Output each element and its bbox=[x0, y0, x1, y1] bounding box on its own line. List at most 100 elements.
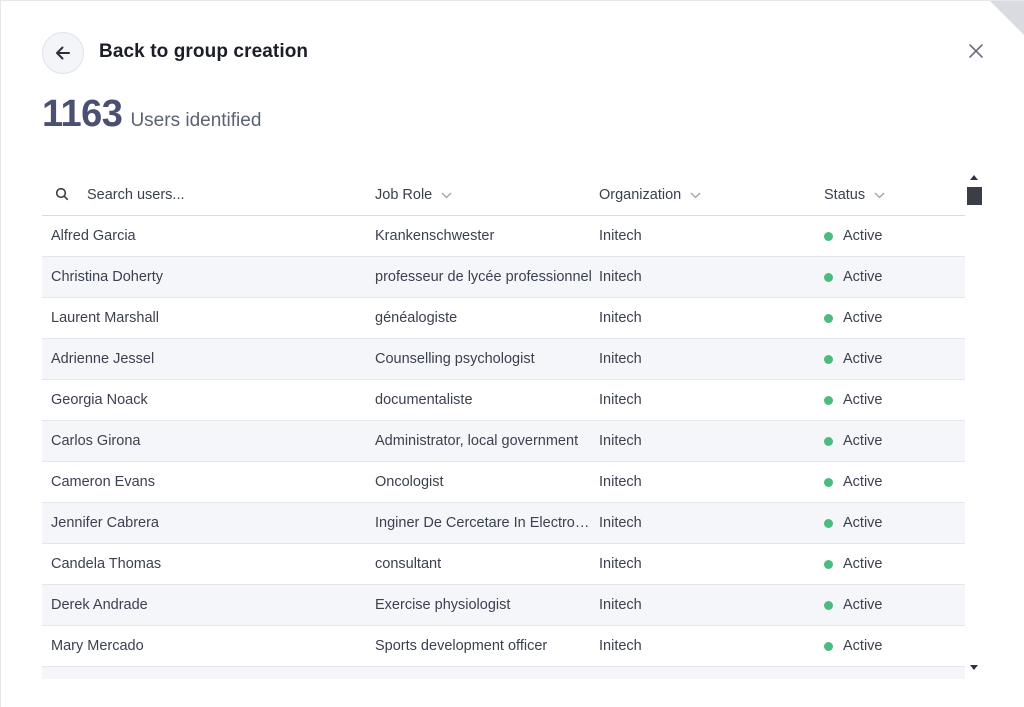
status-active-dot-icon bbox=[824, 395, 833, 405]
user-name: Derek Andrade bbox=[51, 597, 148, 613]
users-count: 1163 bbox=[42, 93, 123, 135]
chevron-down-icon bbox=[441, 192, 452, 199]
chevron-down-icon bbox=[874, 192, 885, 199]
user-name: Laurent Marshall bbox=[51, 310, 159, 326]
user-name: Adrienne Jessel bbox=[51, 351, 155, 367]
user-status: Active bbox=[824, 228, 965, 244]
user-status: Active bbox=[824, 474, 965, 490]
close-icon bbox=[969, 44, 983, 58]
user-organization: Initech bbox=[599, 638, 642, 654]
table-row[interactable]: Adrienne Jessel Counselling psychologist… bbox=[42, 339, 965, 380]
table-row[interactable]: Christina Doherty professeur de lycée pr… bbox=[42, 257, 965, 298]
search-input[interactable] bbox=[87, 187, 347, 203]
user-status: Active bbox=[824, 638, 965, 654]
table-row[interactable]: Derek Andrade Exercise physiologist Init… bbox=[42, 585, 965, 626]
user-job-role: Exercise physiologist bbox=[375, 597, 511, 613]
user-organization: Initech bbox=[599, 351, 642, 367]
status-active-dot-icon bbox=[824, 313, 833, 323]
user-name: Cameron Evans bbox=[51, 474, 155, 490]
table-row[interactable]: Mary Mercado Sports development officer … bbox=[42, 626, 965, 667]
user-status: Active bbox=[824, 515, 965, 531]
corner-fold bbox=[990, 1, 1024, 35]
user-name: Mary Mercado bbox=[51, 638, 144, 654]
status-active-dot-icon bbox=[824, 600, 833, 610]
table-body: Alfred Garcia Krankenschwester Initech A… bbox=[42, 216, 965, 667]
user-organization: Initech bbox=[599, 515, 642, 531]
users-count-label: Users identified bbox=[130, 110, 262, 131]
user-name: Alfred Garcia bbox=[51, 228, 136, 244]
user-name: Christina Doherty bbox=[51, 269, 164, 285]
column-job-role-label: Job Role bbox=[375, 187, 433, 203]
user-list-dialog: Back to group creation 1163 Users identi… bbox=[0, 0, 1024, 707]
search-cell bbox=[42, 187, 375, 203]
scroll-up-arrow-icon[interactable] bbox=[970, 175, 978, 180]
user-job-role: consultant bbox=[375, 556, 442, 572]
table-row[interactable]: Laurent Marshall généalogiste Initech Ac… bbox=[42, 298, 965, 339]
user-organization: Initech bbox=[599, 310, 642, 326]
status-active-dot-icon bbox=[824, 559, 833, 569]
status-label: Active bbox=[843, 310, 883, 326]
scroll-thumb[interactable] bbox=[967, 187, 982, 205]
table-header: Job Role Organization Status bbox=[42, 175, 965, 216]
user-status: Active bbox=[824, 597, 965, 613]
column-organization[interactable]: Organization bbox=[599, 187, 824, 203]
user-name: Jennifer Cabrera bbox=[51, 515, 159, 531]
user-organization: Initech bbox=[599, 597, 642, 613]
user-job-role: Inginer De Cercetare In Electrotehnica bbox=[375, 515, 599, 531]
status-label: Active bbox=[843, 597, 883, 613]
back-title: Back to group creation bbox=[99, 41, 309, 62]
user-job-role: Counselling psychologist bbox=[375, 351, 535, 367]
column-job-role[interactable]: Job Role bbox=[375, 187, 599, 203]
user-organization: Initech bbox=[599, 433, 642, 449]
status-label: Active bbox=[843, 269, 883, 285]
table-row[interactable]: Georgia Noack documentaliste Initech Act… bbox=[42, 380, 965, 421]
user-organization: Initech bbox=[599, 474, 642, 490]
table-row[interactable]: Alfred Garcia Krankenschwester Initech A… bbox=[42, 216, 965, 257]
status-active-dot-icon bbox=[824, 354, 833, 364]
table-row[interactable]: Cameron Evans Oncologist Initech Active bbox=[42, 462, 965, 503]
arrow-left-icon bbox=[56, 46, 70, 60]
user-job-role: professeur de lycée professionnel bbox=[375, 269, 592, 285]
user-job-role: Oncologist bbox=[375, 474, 444, 490]
table-bottom-spacer bbox=[42, 667, 965, 679]
user-name: Carlos Girona bbox=[51, 433, 141, 449]
status-label: Active bbox=[843, 351, 883, 367]
status-label: Active bbox=[843, 392, 883, 408]
status-active-dot-icon bbox=[824, 272, 833, 282]
table-row[interactable]: Candela Thomas consultant Initech Active bbox=[42, 544, 965, 585]
search-icon bbox=[55, 187, 71, 203]
user-status: Active bbox=[824, 392, 965, 408]
column-organization-label: Organization bbox=[599, 187, 682, 203]
status-active-dot-icon bbox=[824, 518, 833, 528]
user-job-role: Sports development officer bbox=[375, 638, 548, 654]
chevron-down-icon bbox=[690, 192, 701, 199]
user-organization: Initech bbox=[599, 269, 642, 285]
status-label: Active bbox=[843, 515, 883, 531]
user-status: Active bbox=[824, 351, 965, 367]
status-label: Active bbox=[843, 474, 883, 490]
scroll-down-arrow-icon[interactable] bbox=[970, 665, 978, 670]
column-status[interactable]: Status bbox=[824, 187, 965, 203]
user-name: Candela Thomas bbox=[51, 556, 162, 572]
user-status: Active bbox=[824, 433, 965, 449]
status-label: Active bbox=[843, 556, 883, 572]
user-job-role: documentaliste bbox=[375, 392, 473, 408]
back-button[interactable] bbox=[42, 32, 84, 74]
users-count-summary: 1163 Users identified bbox=[42, 93, 261, 136]
user-job-role: généalogiste bbox=[375, 310, 458, 326]
status-label: Active bbox=[843, 433, 883, 449]
user-name: Georgia Noack bbox=[51, 392, 148, 408]
table-row[interactable]: Carlos Girona Administrator, local gover… bbox=[42, 421, 965, 462]
user-status: Active bbox=[824, 556, 965, 572]
user-organization: Initech bbox=[599, 392, 642, 408]
table-scrollbar[interactable] bbox=[965, 171, 985, 671]
table-row[interactable]: Jennifer Cabrera Inginer De Cercetare In… bbox=[42, 503, 965, 544]
status-active-dot-icon bbox=[824, 231, 833, 241]
user-job-role: Administrator, local government bbox=[375, 433, 579, 449]
status-active-dot-icon bbox=[824, 641, 833, 651]
close-button[interactable] bbox=[965, 40, 987, 62]
column-status-label: Status bbox=[824, 187, 866, 203]
user-organization: Initech bbox=[599, 228, 642, 244]
status-label: Active bbox=[843, 228, 883, 244]
user-job-role: Krankenschwester bbox=[375, 228, 495, 244]
